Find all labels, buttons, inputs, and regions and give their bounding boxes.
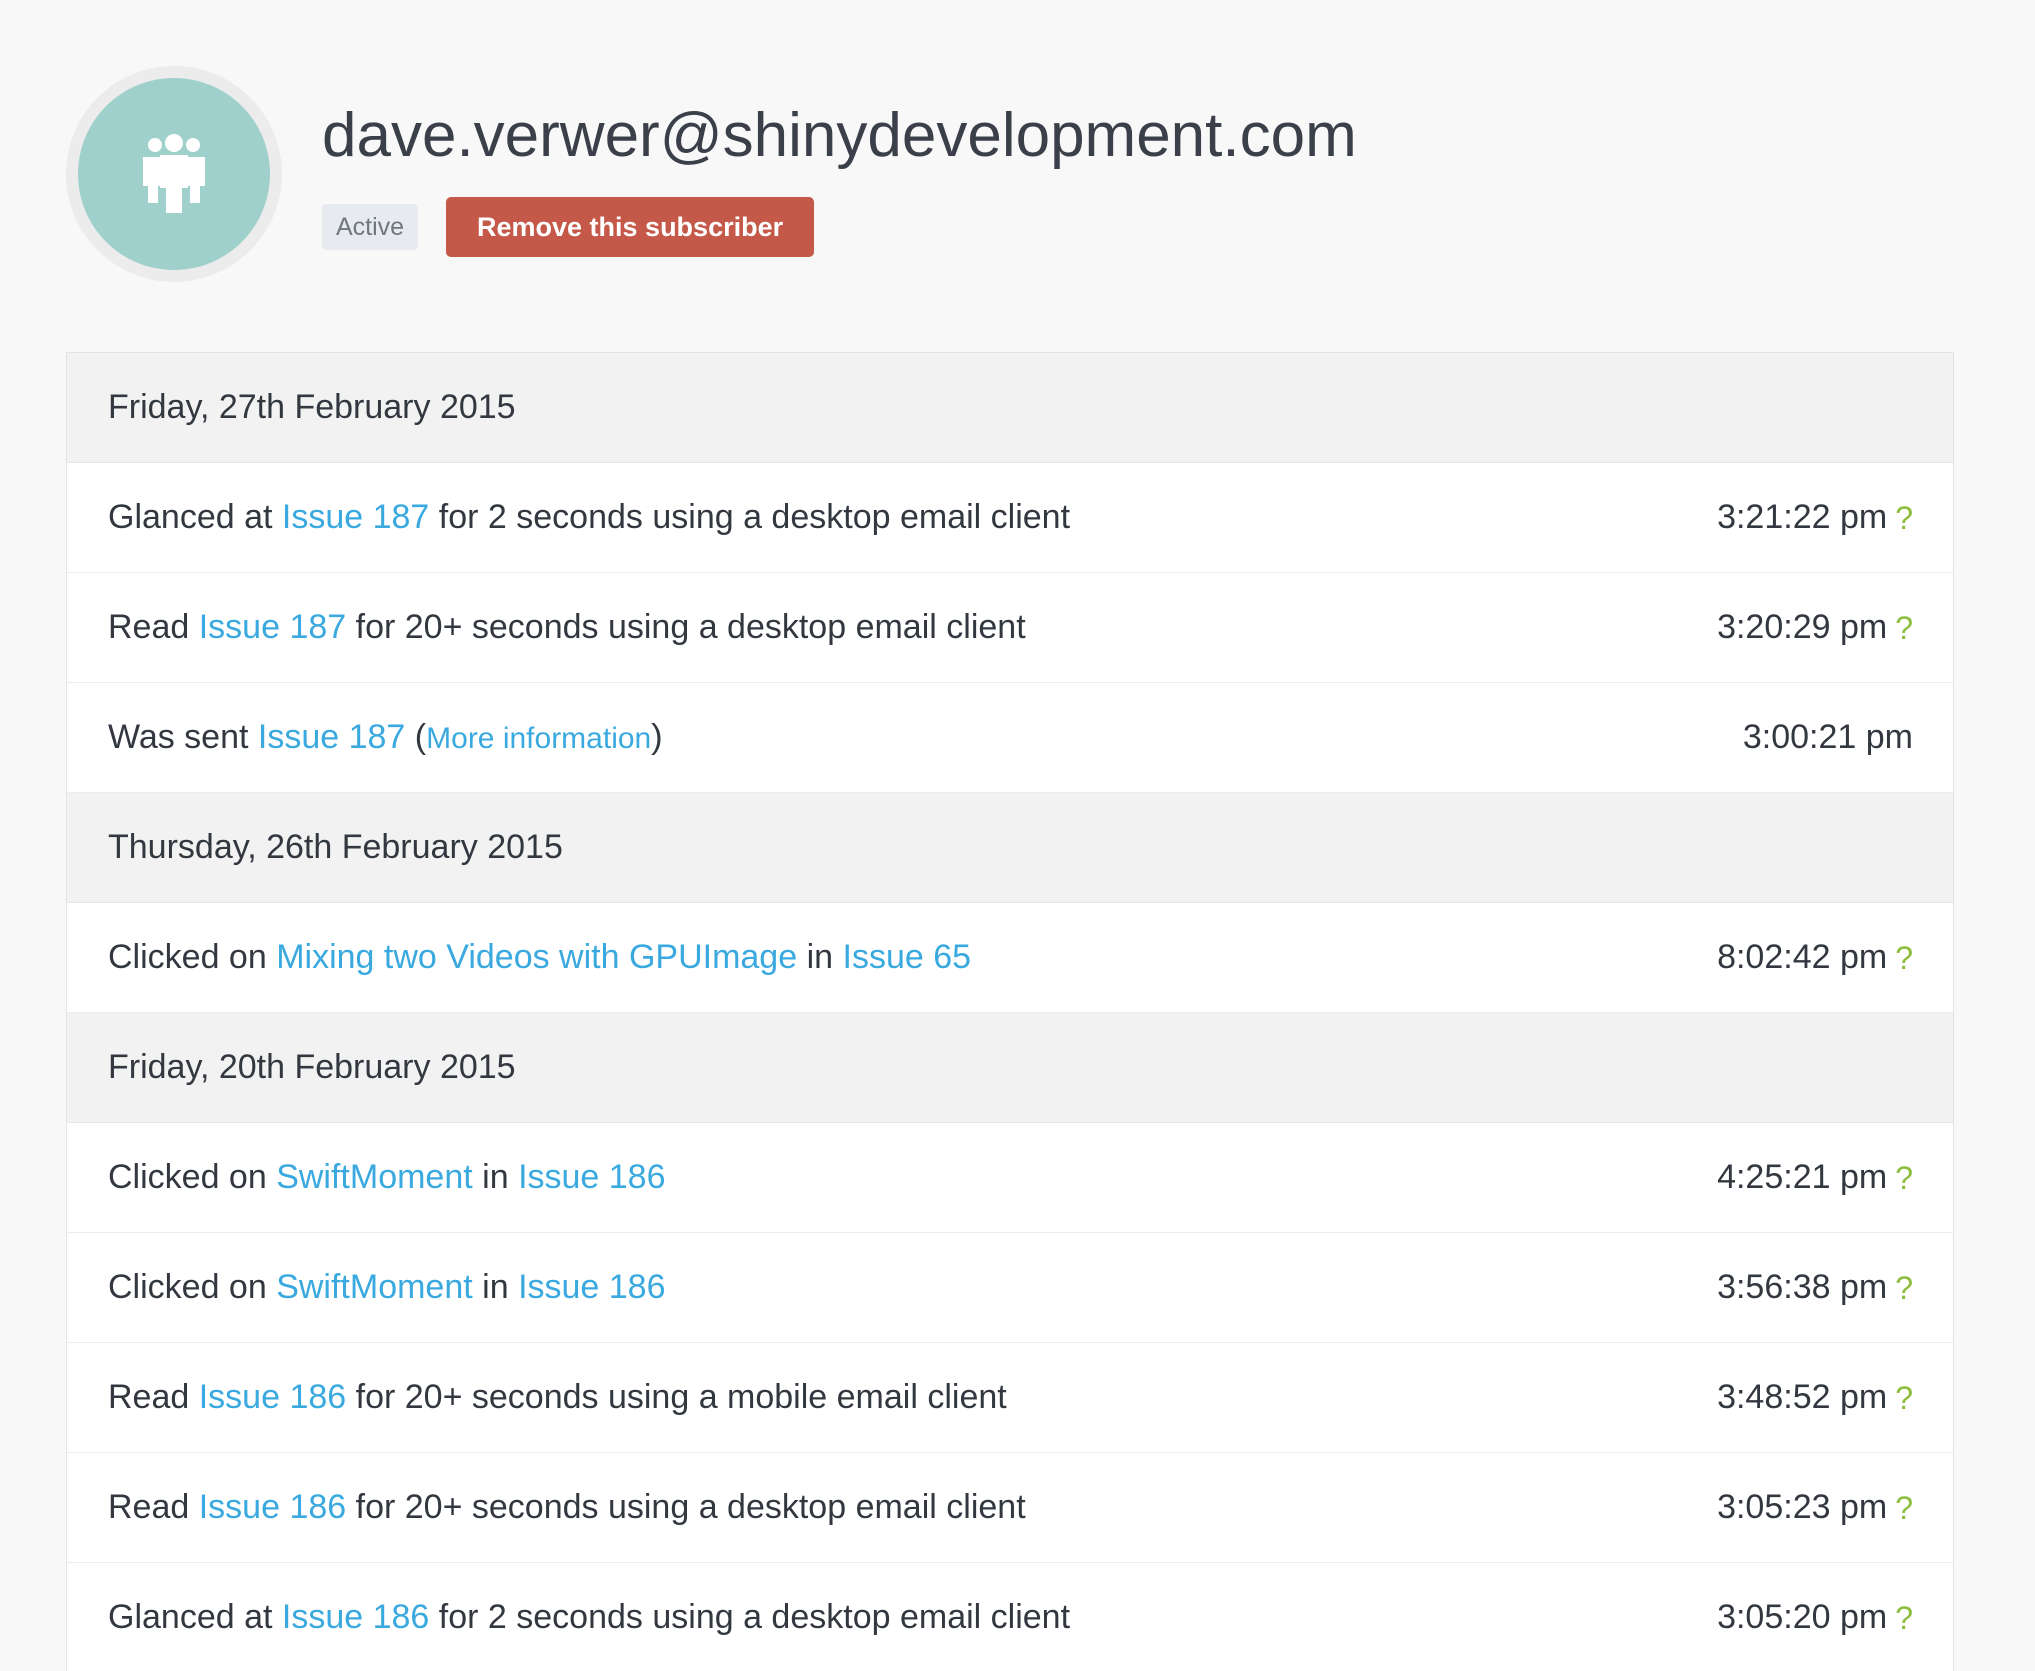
activity-time: 3:56:38 pm <box>1717 1268 1888 1306</box>
avatar <box>78 78 270 270</box>
more-information-link[interactable]: More information <box>426 722 651 755</box>
group-user-icon <box>143 134 205 213</box>
activity-text: in <box>472 1268 519 1306</box>
activity-text: for 20+ seconds using a mobile email cli… <box>346 1378 1007 1416</box>
date-heading: Thursday, 26th February 2015 <box>67 793 1953 903</box>
help-icon[interactable]: ? <box>1895 1602 1913 1634</box>
activity-link[interactable]: Issue 186 <box>282 1598 429 1636</box>
activity-description: Clicked on Mixing two Videos with GPUIma… <box>108 938 971 977</box>
activity-time-group: 3:00:21 pm <box>1743 718 1913 757</box>
date-heading: Friday, 20th February 2015 <box>67 1013 1953 1123</box>
activity-time: 3:05:23 pm <box>1717 1488 1888 1526</box>
activity-description: Clicked on SwiftMoment in Issue 186 <box>108 1268 666 1307</box>
activity-text: in <box>797 938 843 976</box>
activity-link[interactable]: Issue 186 <box>199 1378 346 1416</box>
activity-time-group: 8:02:42 pm? <box>1717 938 1913 977</box>
activity-text: Clicked on <box>108 1158 277 1196</box>
activity-link[interactable]: Issue 186 <box>199 1488 346 1526</box>
activity-time: 3:21:22 pm <box>1717 498 1888 536</box>
activity-link[interactable]: Mixing two Videos with GPUImage <box>276 938 797 976</box>
avatar-ring <box>66 66 282 282</box>
remove-subscriber-button[interactable]: Remove this subscriber <box>446 197 815 257</box>
activity-text: ) <box>651 718 663 756</box>
help-icon[interactable]: ? <box>1895 1382 1913 1414</box>
status-badge: Active <box>322 204 419 250</box>
activity-time: 3:05:20 pm <box>1717 1598 1888 1636</box>
activity-text: for 20+ seconds using a desktop email cl… <box>346 1488 1026 1526</box>
help-icon[interactable]: ? <box>1895 1162 1913 1194</box>
activity-description: Read Issue 186 for 20+ seconds using a m… <box>108 1378 1007 1417</box>
activity-text: ( <box>405 718 427 756</box>
help-icon[interactable]: ? <box>1895 502 1913 534</box>
activity-text: for 2 seconds using a desktop email clie… <box>429 498 1071 536</box>
activity-time-group: 3:48:52 pm? <box>1717 1378 1913 1417</box>
activity-link[interactable]: Issue 187 <box>258 718 405 756</box>
activity-description: Clicked on SwiftMoment in Issue 186 <box>108 1158 666 1197</box>
activity-row: Clicked on SwiftMoment in Issue 186 4:25:… <box>67 1123 1953 1233</box>
activity-link[interactable]: Issue 65 <box>843 938 972 976</box>
activity-time-group: 3:20:29 pm? <box>1717 608 1913 647</box>
activity-text: Read <box>108 1378 199 1416</box>
activity-description: Glanced at Issue 186 for 2 seconds using… <box>108 1598 1070 1637</box>
activity-link[interactable]: SwiftMoment <box>276 1268 473 1306</box>
activity-text: for 2 seconds using a desktop email clie… <box>429 1598 1071 1636</box>
activity-time: 3:20:29 pm <box>1717 608 1888 646</box>
activity-text: for 20+ seconds using a desktop email cl… <box>346 608 1026 646</box>
activity-description: Glanced at Issue 187 for 2 seconds using… <box>108 498 1070 537</box>
activity-text: Clicked on <box>108 1268 277 1306</box>
help-icon[interactable]: ? <box>1895 612 1913 644</box>
activity-text: Glanced at <box>108 1598 282 1636</box>
help-icon[interactable]: ? <box>1895 1272 1913 1304</box>
activity-time-group: 4:25:21 pm? <box>1717 1158 1913 1197</box>
activity-time: 3:48:52 pm <box>1717 1378 1888 1416</box>
activity-description: Was sent Issue 187 (More information) <box>108 718 663 757</box>
help-icon[interactable]: ? <box>1895 1492 1913 1524</box>
activity-time-group: 3:05:23 pm? <box>1717 1488 1913 1527</box>
activity-text: Read <box>108 608 199 646</box>
activity-row: Glanced at Issue 187 for 2 seconds using… <box>67 463 1953 573</box>
activity-link[interactable]: Issue 187 <box>199 608 346 646</box>
activity-link[interactable]: Issue 186 <box>518 1158 665 1196</box>
activity-row: Clicked on Mixing two Videos with GPUIma… <box>67 903 1953 1013</box>
activity-text: Clicked on <box>108 938 277 976</box>
activity-row: Clicked on SwiftMoment in Issue 186 3:56:… <box>67 1233 1953 1343</box>
activity-text: in <box>472 1158 519 1196</box>
activity-row: Read Issue 186 for 20+ seconds using a d… <box>67 1453 1953 1563</box>
activity-time: 4:25:21 pm <box>1717 1158 1888 1196</box>
activity-link[interactable]: SwiftMoment <box>276 1158 473 1196</box>
activity-time-group: 3:56:38 pm? <box>1717 1268 1913 1307</box>
activity-link[interactable]: Issue 187 <box>282 498 429 536</box>
activity-row: Was sent Issue 187 (More information) 3:0… <box>67 683 1953 793</box>
activity-time-group: 3:21:22 pm? <box>1717 498 1913 537</box>
date-heading: Friday, 27th February 2015 <box>67 353 1953 463</box>
subscriber-header: dave.verwer@shinydevelopment.com Active … <box>66 66 1966 282</box>
activity-description: Read Issue 187 for 20+ seconds using a d… <box>108 608 1026 647</box>
activity-row: Glanced at Issue 186 for 2 seconds using… <box>67 1563 1953 1671</box>
activity-row: Read Issue 187 for 20+ seconds using a d… <box>67 573 1953 683</box>
activity-link[interactable]: Issue 186 <box>518 1268 665 1306</box>
activity-time-group: 3:05:20 pm? <box>1717 1598 1913 1637</box>
activity-time: 3:00:21 pm <box>1742 718 1913 756</box>
activity-panel: Friday, 27th February 2015 Glanced at Iss… <box>66 352 1954 1671</box>
activity-text: Glanced at <box>108 498 282 536</box>
subscriber-email: dave.verwer@shinydevelopment.com <box>322 101 1357 170</box>
activity-description: Read Issue 186 for 20+ seconds using a d… <box>108 1488 1026 1527</box>
activity-time: 8:02:42 pm <box>1717 938 1888 976</box>
activity-text: Read <box>108 1488 199 1526</box>
activity-row: Read Issue 186 for 20+ seconds using a m… <box>67 1343 1953 1453</box>
help-icon[interactable]: ? <box>1895 942 1913 974</box>
activity-text: Was sent <box>108 718 258 756</box>
